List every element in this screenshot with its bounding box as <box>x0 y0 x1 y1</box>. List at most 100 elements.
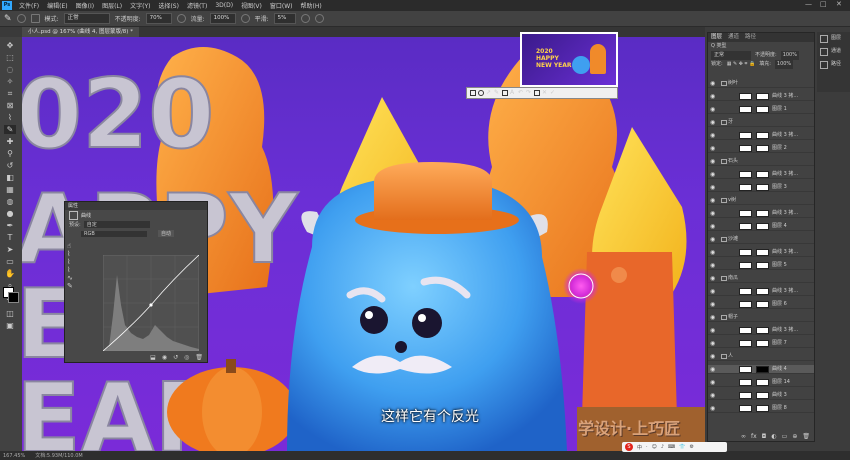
layer-thumbnail[interactable] <box>739 340 752 347</box>
clip-to-layer-icon[interactable]: ⬓ <box>150 354 156 361</box>
mosaic-icon[interactable] <box>502 90 508 96</box>
curve-point-icon[interactable]: ∿ <box>67 274 77 282</box>
cancel-icon[interactable]: ✕ <box>542 90 548 96</box>
layer-group-row[interactable]: ◉ 人 <box>708 352 814 361</box>
maximize-icon[interactable]: □ <box>820 0 827 8</box>
layer-thumbnail[interactable] <box>739 249 752 256</box>
layer-thumbnail[interactable] <box>739 132 752 139</box>
undo-icon[interactable]: ↶ <box>518 90 524 96</box>
background-color-swatch[interactable] <box>8 292 19 303</box>
layer-row[interactable]: ◉ 曲线 3 拷... <box>708 248 814 257</box>
tab-paths[interactable]: 路径 <box>745 33 756 42</box>
layer-group-row[interactable]: ◉ 树叶 <box>708 79 814 88</box>
ime-item-7[interactable]: ⚙ <box>689 444 693 450</box>
layer-mask-thumbnail[interactable] <box>756 392 769 399</box>
zoom-readout[interactable]: 167.45% <box>3 453 25 459</box>
delete-layer-icon[interactable]: 🗑 <box>802 433 810 440</box>
layer-mask-thumbnail[interactable] <box>756 223 769 230</box>
layer-thumbnail[interactable] <box>739 223 752 230</box>
healing-brush-icon[interactable]: ✚ <box>4 137 16 146</box>
reset-icon[interactable]: ↺ <box>173 354 178 361</box>
brush-preset-icon[interactable] <box>16 14 26 23</box>
type-tool-icon[interactable]: T <box>4 233 16 242</box>
layer-row[interactable]: ◉ 图层 1 <box>708 105 814 114</box>
menu-select[interactable]: 选择(S) <box>154 1 183 10</box>
layer-row[interactable]: ◉ 曲线 3 拷... <box>708 170 814 179</box>
history-brush-icon[interactable]: ↺ <box>4 161 16 170</box>
pen-tool-icon[interactable]: ✒ <box>4 221 16 230</box>
layer-thumbnail[interactable] <box>739 145 752 152</box>
save-icon[interactable] <box>534 90 540 96</box>
add-mask-icon[interactable]: ◘ <box>762 433 767 440</box>
visibility-eye-icon[interactable]: ◉ <box>710 365 715 374</box>
brush-tool-icon[interactable]: ✎ <box>4 125 16 134</box>
menu-file[interactable]: 文件(F) <box>15 1 43 10</box>
tab-layers[interactable]: 图层 <box>711 33 722 42</box>
gradient-tool-icon[interactable]: ▦ <box>4 185 16 194</box>
visibility-eye-icon[interactable]: ◉ <box>710 170 715 179</box>
sogou-logo-icon[interactable]: S <box>625 443 633 451</box>
layer-mask-thumbnail[interactable] <box>756 301 769 308</box>
dodge-tool-icon[interactable]: ● <box>4 209 16 218</box>
hand-tool-icon[interactable]: ✋ <box>4 269 16 278</box>
layer-row[interactable]: ◉ 图层 14 <box>708 378 814 387</box>
visibility-eye-icon[interactable]: ◉ <box>710 261 715 270</box>
visibility-eye-icon[interactable]: ◉ <box>710 378 715 387</box>
layer-row[interactable]: ◉ 图层 3 <box>708 183 814 192</box>
layer-thumbnail[interactable] <box>739 392 752 399</box>
menu-help[interactable]: 帮助(H) <box>297 1 326 10</box>
blend-mode-select[interactable]: 正常 <box>711 51 751 60</box>
lasso-tool-icon[interactable]: ◌ <box>4 65 16 74</box>
confirm-icon[interactable]: ✓ <box>550 90 556 96</box>
layer-thumbnail[interactable] <box>739 327 752 334</box>
new-group-icon[interactable]: ▭ <box>782 433 788 440</box>
flow-input[interactable]: 100% <box>209 13 236 24</box>
layer-group-row[interactable]: ◉ v树 <box>708 196 814 205</box>
layer-mask-thumbnail[interactable] <box>756 249 769 256</box>
gray-point-eyedropper-icon[interactable]: ⌇ <box>67 258 77 266</box>
black-point-eyedropper-icon[interactable]: ⌇ <box>67 250 77 258</box>
menu-image[interactable]: 图像(I) <box>72 1 98 10</box>
layer-mask-thumbnail[interactable] <box>756 171 769 178</box>
ime-item-1[interactable]: 中 <box>637 444 642 451</box>
blur-tool-icon[interactable]: ◍ <box>4 197 16 206</box>
dock-paths[interactable]: 路径 <box>817 58 850 71</box>
minimize-icon[interactable]: — <box>805 0 812 8</box>
layer-group-row[interactable]: ◉ 南瓜 <box>708 274 814 283</box>
visibility-eye-icon[interactable]: ◉ <box>710 339 715 348</box>
ellipse-tool-icon[interactable] <box>478 90 484 96</box>
layer-row[interactable]: ◉ 曲线 3 拷... <box>708 209 814 218</box>
layer-opacity-input[interactable]: 100% <box>780 51 799 60</box>
brush-tool-icon[interactable]: ✎ <box>4 14 12 24</box>
adjustment-layer-icon[interactable]: ◐ <box>771 433 776 440</box>
auto-button[interactable]: 自动 <box>158 230 175 237</box>
fill-input[interactable]: 100% <box>774 60 794 69</box>
layer-thumbnail[interactable] <box>739 106 752 113</box>
channel-select[interactable]: RGB <box>81 230 147 237</box>
layer-group-row[interactable]: ◉ 石头 <box>708 157 814 166</box>
layer-thumbnail[interactable] <box>739 379 752 386</box>
layer-row[interactable]: ◉ 曲线 3 <box>708 391 814 400</box>
layer-mask-thumbnail[interactable] <box>756 366 769 373</box>
visibility-eye-icon[interactable]: ◉ <box>710 196 715 205</box>
layer-row[interactable]: ◉ 图层 7 <box>708 339 814 348</box>
layer-mask-thumbnail[interactable] <box>756 93 769 100</box>
lock-icons[interactable]: ▦ ✎ ✥ ⌗ 🔒 <box>727 60 756 69</box>
quick-mask-icon[interactable]: ◫ <box>4 309 16 318</box>
dock-channels[interactable]: 通道 <box>817 45 850 58</box>
eyedropper-tool-icon[interactable]: ⌇ <box>4 113 16 122</box>
quick-select-tool-icon[interactable]: ✧ <box>4 77 16 86</box>
layer-mask-thumbnail[interactable] <box>756 379 769 386</box>
symmetry-icon[interactable] <box>314 14 324 23</box>
layer-mask-thumbnail[interactable] <box>756 145 769 152</box>
layer-thumbnail[interactable] <box>739 210 752 217</box>
new-layer-icon[interactable]: ⊕ <box>792 433 797 440</box>
menu-view[interactable]: 视图(V) <box>237 1 266 10</box>
visibility-eye-icon[interactable]: ◉ <box>710 391 715 400</box>
preset-select[interactable]: 自定 <box>83 221 150 228</box>
layer-row[interactable]: ◉ 曲线 3 拷... <box>708 287 814 296</box>
layer-row[interactable]: ◉ 曲线 4 <box>708 365 814 374</box>
visibility-eye-icon[interactable]: ◉ <box>710 287 715 296</box>
airbrush-icon[interactable] <box>240 14 250 23</box>
layer-thumbnail[interactable] <box>739 93 752 100</box>
